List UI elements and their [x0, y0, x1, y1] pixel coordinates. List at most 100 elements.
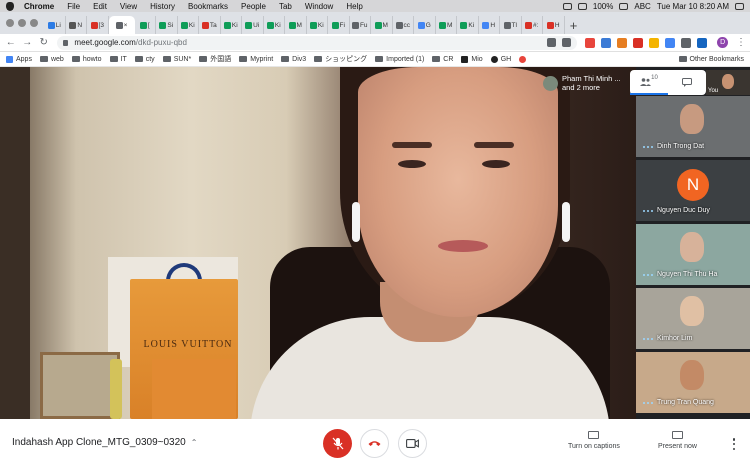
chat-tab[interactable] — [668, 70, 706, 95]
battery-percent[interactable]: 100% — [593, 2, 613, 11]
participant-tile[interactable]: Dinh Trong Dat — [636, 95, 750, 157]
camera-in-use-icon[interactable] — [547, 37, 557, 47]
bookmark-item[interactable]: howto — [71, 56, 102, 63]
profile-avatar[interactable]: D — [717, 37, 728, 48]
clock[interactable]: Tue Mar 10 8:20 AM — [657, 2, 729, 11]
extension-icon[interactable] — [601, 37, 612, 48]
wifi-icon[interactable] — [562, 2, 572, 10]
browser-tab[interactable]: Ki — [307, 16, 328, 34]
browser-tab[interactable]: Fi — [328, 16, 350, 34]
other-bookmarks[interactable]: Other Bookmarks — [678, 56, 744, 63]
browser-tab[interactable]: Si — [156, 16, 178, 34]
bookmark-item[interactable]: Imported (1) — [375, 56, 424, 63]
close-window-button[interactable] — [6, 19, 14, 27]
chrome-menu-icon[interactable]: ⋮ — [736, 37, 746, 48]
bookmark-item[interactable]: CR — [432, 56, 453, 63]
address-bar[interactable]: meet.google.com /dkd-puxu-qbd — [57, 35, 578, 50]
bookmark-item[interactable]: IT — [109, 55, 127, 63]
participant-tile[interactable]: N Nguyen Duc Duy — [636, 159, 750, 221]
menu-file[interactable]: File — [67, 2, 80, 11]
browser-tab[interactable]: M — [371, 16, 393, 34]
menu-bookmarks[interactable]: Bookmarks — [188, 2, 228, 11]
input-source[interactable]: ABC — [634, 2, 650, 11]
browser-tab[interactable]: H — [543, 16, 565, 34]
browser-tab[interactable]: Li — [44, 16, 66, 34]
captions-button[interactable]: Turn on captions — [568, 431, 620, 450]
bookmark-label: IT — [120, 55, 127, 63]
browser-tab[interactable]: [ — [135, 16, 156, 34]
spotlight-icon[interactable] — [735, 2, 744, 10]
tab-active[interactable]: × — [108, 16, 135, 34]
browser-tab[interactable]: Ki — [178, 16, 199, 34]
bookmark-item[interactable]: ショッピング — [314, 54, 367, 64]
participant-tile[interactable]: Nguyen Thi Thu Ha — [636, 223, 750, 285]
browser-tab[interactable]: M — [285, 16, 307, 34]
browser-tab[interactable]: Fu — [350, 16, 371, 34]
bookmark-item[interactable]: GH — [490, 55, 511, 63]
bookmark-item[interactable]: cty — [134, 56, 155, 63]
menu-tab[interactable]: Tab — [279, 2, 292, 11]
bookmark-item[interactable]: Mio — [461, 55, 483, 63]
self-view[interactable]: You — [706, 70, 750, 95]
extension-icon[interactable] — [697, 37, 708, 48]
mic-off-button[interactable] — [323, 429, 352, 458]
main-video[interactable]: LOUIS VUITTON — [0, 67, 636, 419]
extension-icon[interactable] — [649, 37, 660, 48]
presenter-chip[interactable]: Pham Thi Minh ... and 2 more — [543, 71, 636, 95]
meeting-details-button[interactable]: Indahash App Clone_MTG_0309~0320 ⌃ — [12, 437, 197, 448]
bookmark-item[interactable]: Div3 — [281, 56, 306, 63]
bookmark-item[interactable]: Apps — [6, 55, 32, 63]
browser-tab[interactable]: Ki — [264, 16, 285, 34]
lock-icon[interactable] — [63, 39, 69, 46]
presenter-more: and 2 more — [562, 83, 600, 92]
browser-tab[interactable]: Ui — [242, 16, 264, 34]
bookmark-item[interactable]: SUN* — [162, 56, 191, 63]
browser-tab[interactable]: Tl — [500, 16, 522, 34]
participant-tile[interactable]: Trung Tran Quang — [636, 351, 750, 413]
browser-tab[interactable]: Ta — [199, 16, 221, 34]
browser-tab[interactable]: Ki — [221, 16, 242, 34]
bookmark-star-icon[interactable] — [562, 37, 572, 47]
people-tab[interactable]: 10 — [630, 70, 668, 95]
browser-tab[interactable]: M — [436, 16, 457, 34]
new-tab-button[interactable]: + — [565, 16, 583, 34]
extension-icon[interactable] — [617, 37, 628, 48]
browser-tab[interactable]: #: — [522, 16, 543, 34]
forward-button[interactable]: → — [20, 36, 33, 50]
browser-tab[interactable]: cc — [393, 16, 414, 34]
more-options-button[interactable] — [730, 438, 738, 450]
self-label: You — [708, 88, 719, 94]
menu-window[interactable]: Window — [305, 2, 333, 11]
tab-favicon-icon — [266, 21, 274, 29]
browser-tab[interactable]: N — [66, 16, 87, 34]
bookmark-item[interactable]: Myprint — [239, 56, 273, 63]
hang-up-button[interactable] — [360, 429, 389, 458]
menu-app-name[interactable]: Chrome — [24, 2, 54, 11]
zoom-window-button[interactable] — [30, 19, 38, 27]
participant-tile[interactable]: Kimhor Lim — [636, 287, 750, 349]
browser-tab[interactable]: G — [414, 16, 436, 34]
menu-history[interactable]: History — [150, 2, 175, 11]
browser-tab[interactable]: Ki — [457, 16, 479, 34]
menu-help[interactable]: Help — [346, 2, 362, 11]
browser-tab[interactable]: [3 — [87, 16, 109, 34]
battery-icon[interactable] — [619, 2, 629, 10]
present-now-button[interactable]: Present now — [658, 431, 697, 450]
camera-button[interactable] — [398, 429, 427, 458]
menu-view[interactable]: View — [120, 2, 137, 11]
back-button[interactable]: ← — [4, 36, 17, 50]
volume-icon[interactable] — [577, 2, 587, 10]
bookmark-item[interactable]: 外国語 — [199, 54, 231, 64]
menu-people[interactable]: People — [241, 2, 266, 11]
extension-icon[interactable] — [633, 37, 644, 48]
extension-icon[interactable] — [585, 37, 596, 48]
reload-button[interactable]: ↻ — [37, 36, 50, 50]
extension-icon[interactable] — [681, 37, 692, 48]
menu-edit[interactable]: Edit — [93, 2, 107, 11]
bookmark-item[interactable] — [519, 55, 527, 63]
bookmark-item[interactable]: web — [39, 56, 64, 63]
browser-tab[interactable]: H — [479, 16, 500, 34]
extension-icon[interactable] — [665, 37, 676, 48]
minimize-window-button[interactable] — [18, 19, 26, 27]
apple-menu-icon[interactable] — [6, 1, 14, 11]
